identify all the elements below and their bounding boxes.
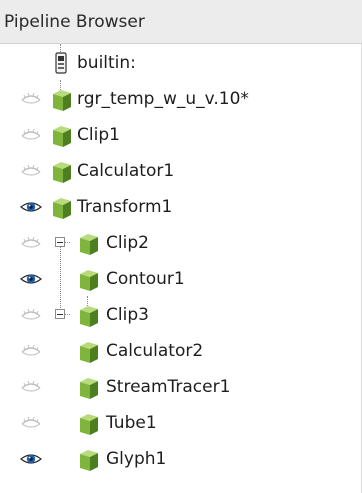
eye-closed-icon[interactable] — [20, 236, 42, 250]
tree-item-label: builtin: — [77, 53, 136, 73]
eye-open-icon[interactable] — [20, 272, 42, 286]
tree-item-label: Calculator1 — [77, 161, 175, 181]
green-cube-icon — [53, 126, 71, 147]
tree-item-clip1[interactable]: Clip1 — [0, 116, 362, 152]
green-cube-icon — [53, 198, 71, 219]
tree-item-label: Transform1 — [77, 197, 173, 217]
tree-item-calculator1[interactable]: Calculator1 — [0, 152, 362, 188]
eye-open-icon[interactable] — [20, 452, 42, 466]
panel-title: Pipeline Browser — [4, 12, 145, 32]
eye-closed-icon[interactable] — [20, 344, 42, 358]
panel-title-bar[interactable]: Pipeline Browser — [0, 0, 362, 44]
tree-item-label: Clip3 — [106, 305, 149, 325]
eye-closed-icon[interactable] — [20, 128, 42, 142]
tree-item-builtin[interactable]: builtin: — [0, 44, 362, 80]
eye-closed-icon[interactable] — [20, 380, 42, 394]
tree-item-label: Calculator2 — [106, 341, 204, 361]
eye-closed-icon[interactable] — [20, 164, 42, 178]
server-icon — [55, 52, 67, 74]
tree-item-label: Clip2 — [106, 233, 149, 253]
tree-item-glyph1[interactable]: Glyph1 — [0, 440, 362, 476]
green-cube-icon — [53, 162, 71, 183]
tree-item-calculator2[interactable]: Calculator2 — [0, 332, 362, 368]
eye-closed-icon[interactable] — [20, 308, 42, 322]
tree-item-label: rgr_temp_w_u_v.10* — [77, 89, 249, 109]
green-cube-icon — [80, 234, 98, 255]
tree-item-label: StreamTracer1 — [106, 377, 231, 397]
eye-closed-icon[interactable] — [20, 416, 42, 430]
tree-item-label: Clip1 — [77, 125, 120, 145]
tree-item-rgr-temp[interactable]: rgr_temp_w_u_v.10* — [0, 80, 362, 116]
collapse-minus-icon[interactable] — [55, 237, 65, 247]
tree-item-transform1[interactable]: Transform1 — [0, 188, 362, 224]
tree-item-streamtracer1[interactable]: StreamTracer1 — [0, 368, 362, 404]
tree-item-contour1[interactable]: Contour1 — [0, 260, 362, 296]
eye-closed-icon[interactable] — [20, 92, 42, 106]
green-cube-icon — [80, 450, 98, 471]
tree-item-label: Glyph1 — [106, 449, 167, 469]
green-cube-icon — [80, 378, 98, 399]
collapse-minus-icon[interactable] — [55, 309, 65, 319]
green-cube-icon — [80, 342, 98, 363]
tree-item-tube1[interactable]: Tube1 — [0, 404, 362, 440]
tree-item-clip3[interactable]: Clip3 — [0, 296, 362, 332]
tree-item-clip2[interactable]: Clip2 — [0, 224, 362, 260]
pipeline-tree: builtin: rgr_temp_w_u_v.10* Clip1 Calcul… — [0, 44, 362, 493]
green-cube-icon — [80, 306, 98, 327]
eye-open-icon[interactable] — [20, 200, 42, 214]
tree-item-label: Tube1 — [106, 413, 157, 433]
tree-item-label: Contour1 — [106, 269, 185, 289]
green-cube-icon — [80, 414, 98, 435]
pipeline-browser-panel: Pipeline Browser builtin: rgr_temp_w_u_v… — [0, 0, 362, 493]
green-cube-icon — [80, 270, 98, 291]
green-cube-icon — [53, 90, 71, 111]
